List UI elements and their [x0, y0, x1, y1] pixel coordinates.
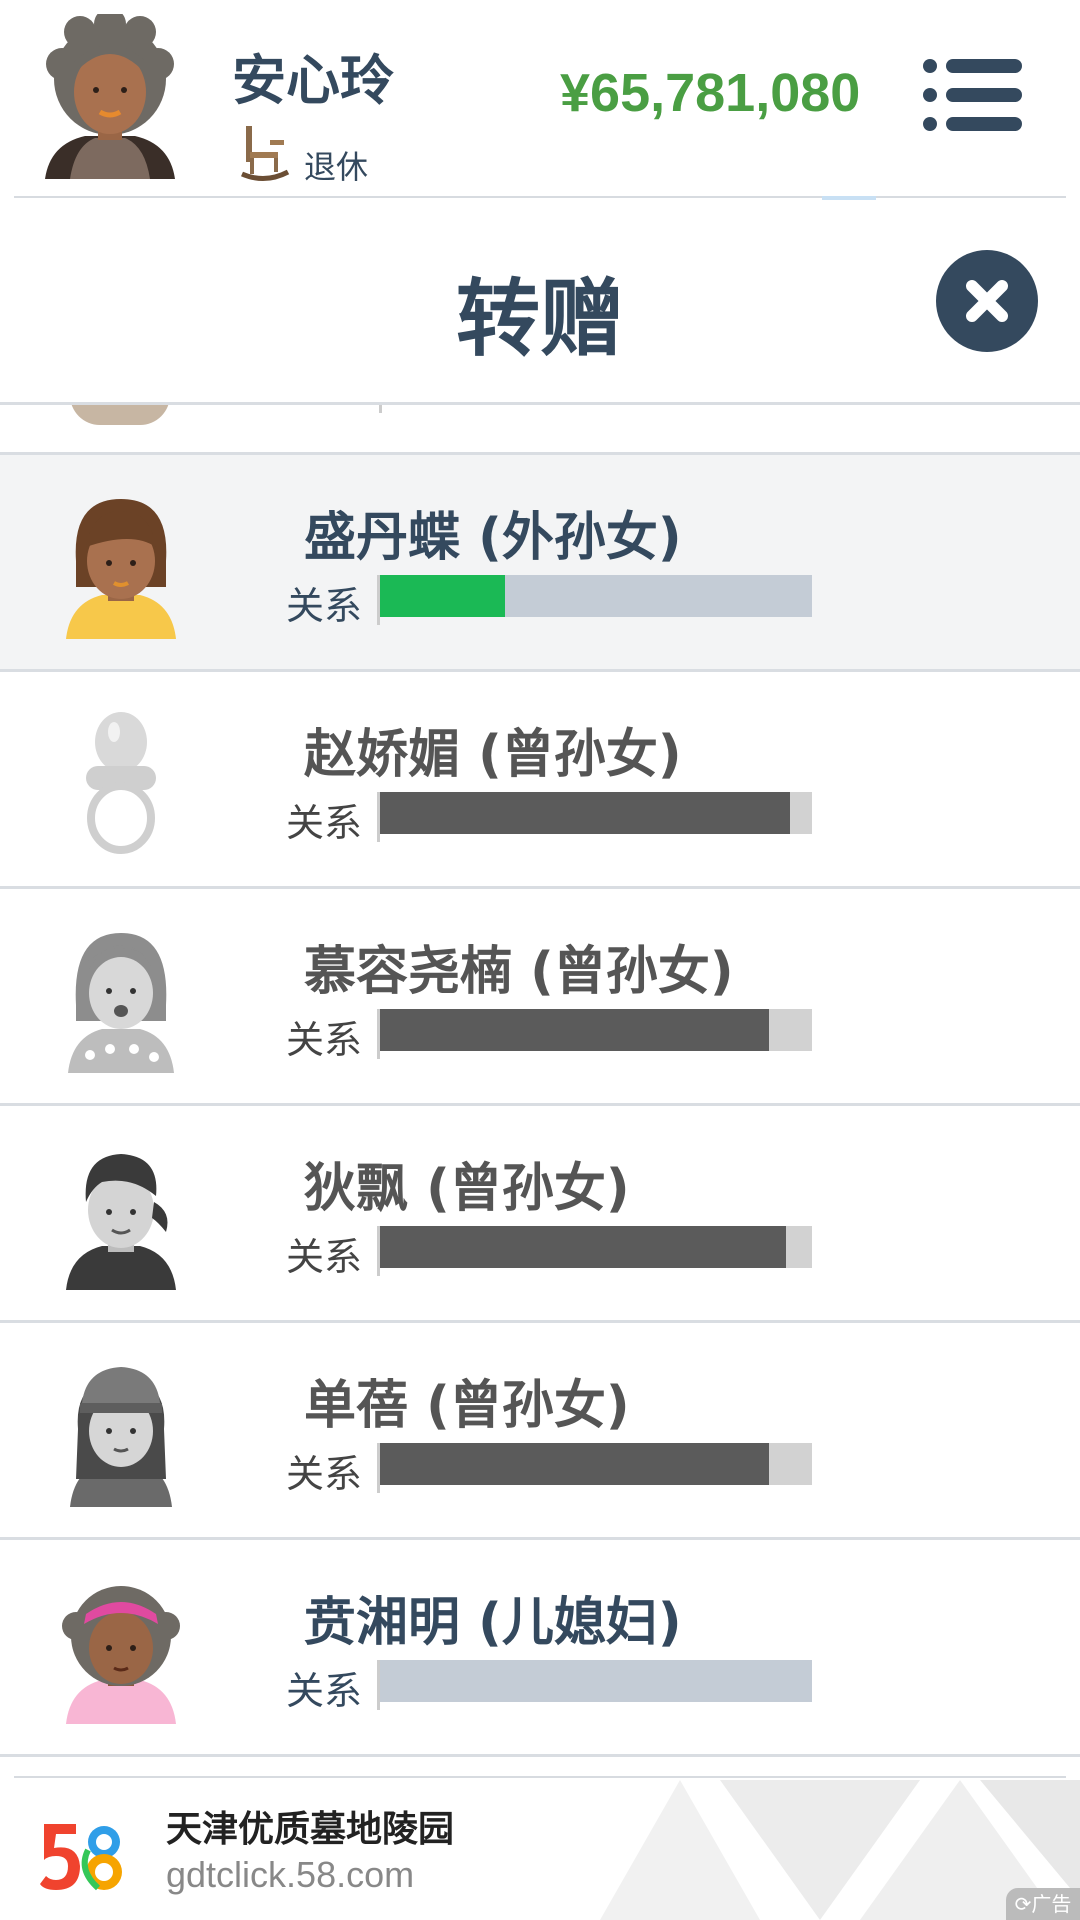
- recipient-row[interactable]: 单蓓 (曾孙女) 关系: [0, 1323, 1080, 1540]
- relation-bar: [380, 1009, 812, 1051]
- relation-bar: [380, 1226, 812, 1268]
- dialog-title: 转赠: [455, 270, 624, 368]
- avatar: [68, 933, 174, 1073]
- relation-label: 关系: [286, 1452, 363, 1496]
- relation-fill: [380, 792, 791, 834]
- recipient-name: 单蓓 (曾孙女): [304, 1376, 630, 1436]
- recipient-list[interactable]: 盛丹蝶 (外孙女) 关系 赵娇媚 (曾孙女) 关系 慕容尧楠 (曾孙女) 关系: [0, 405, 1080, 1765]
- recipient-row[interactable]: 狄飘 (曾孙女) 关系: [0, 1106, 1080, 1323]
- avatar: [66, 1154, 176, 1290]
- recipient-row[interactable]: 盛丹蝶 (外孙女) 关系: [0, 455, 1080, 672]
- avatar: [70, 405, 170, 425]
- avatar: [66, 499, 176, 639]
- pacifier-avatar: [86, 712, 156, 854]
- recipient-row[interactable]: 赵娇媚 (曾孙女) 关系: [0, 672, 1080, 889]
- ad-banner[interactable]: 天津优质墓地陵园 gdtclick.58.com ⟳广告: [0, 1780, 1080, 1920]
- ad-badge-label: 广告: [1031, 1892, 1072, 1916]
- player-name: 安心玲: [232, 49, 394, 112]
- gift-dialog-header: 转赠: [0, 200, 1080, 405]
- relation-label: 关系: [286, 1018, 363, 1062]
- top-bar: 安心玲 退休 ¥65,781,080: [0, 0, 1080, 196]
- relation-bar: [380, 1660, 812, 1702]
- recipient-name: 慕容尧楠 (曾孙女): [304, 942, 734, 1002]
- player-status: 退休: [304, 148, 369, 186]
- recipient-name: 盛丹蝶 (外孙女): [304, 508, 682, 568]
- relation-fill: [380, 575, 506, 617]
- relation-fill: [380, 1226, 787, 1268]
- recipient-name: 贲湘明 (儿媳妇): [304, 1593, 682, 1653]
- relation-fill: [380, 1443, 769, 1485]
- relation-label: 关系: [286, 801, 363, 845]
- rocking-chair-icon: [241, 126, 290, 181]
- avatar: [70, 1367, 172, 1507]
- relation-fill: [380, 1009, 769, 1051]
- ad-logo-icon: [40, 1824, 122, 1891]
- money-balance: ¥65,781,080: [560, 63, 861, 123]
- list-item-partial: [0, 405, 1080, 455]
- player-avatar[interactable]: [40, 14, 180, 179]
- relation-label: 关系: [286, 1235, 363, 1279]
- relation-bar: [380, 575, 812, 617]
- ad-badge: ⟳广告: [1006, 1888, 1080, 1920]
- close-button[interactable]: [936, 250, 1038, 352]
- ad-url[interactable]: gdtclick.58.com: [166, 1854, 414, 1896]
- avatar: [62, 1586, 180, 1724]
- ad-background-pattern: [600, 1780, 1080, 1920]
- relation-label: 关系: [286, 584, 363, 628]
- ad-title[interactable]: 天津优质墓地陵园: [166, 1800, 454, 1852]
- relation-bar: [380, 1443, 812, 1485]
- footer-divider: [14, 1776, 1066, 1778]
- header-divider: [14, 196, 1066, 198]
- recipient-row[interactable]: 慕容尧楠 (曾孙女) 关系: [0, 889, 1080, 1106]
- relation-label: 关系: [286, 1669, 363, 1713]
- close-icon: [966, 280, 1008, 322]
- recipient-name: 赵娇媚 (曾孙女): [304, 725, 682, 785]
- relation-bar: [380, 792, 812, 834]
- recipient-row[interactable]: 贲湘明 (儿媳妇) 关系: [0, 1540, 1080, 1757]
- menu-icon[interactable]: [922, 58, 1022, 132]
- recipient-name: 狄飘 (曾孙女): [304, 1159, 630, 1219]
